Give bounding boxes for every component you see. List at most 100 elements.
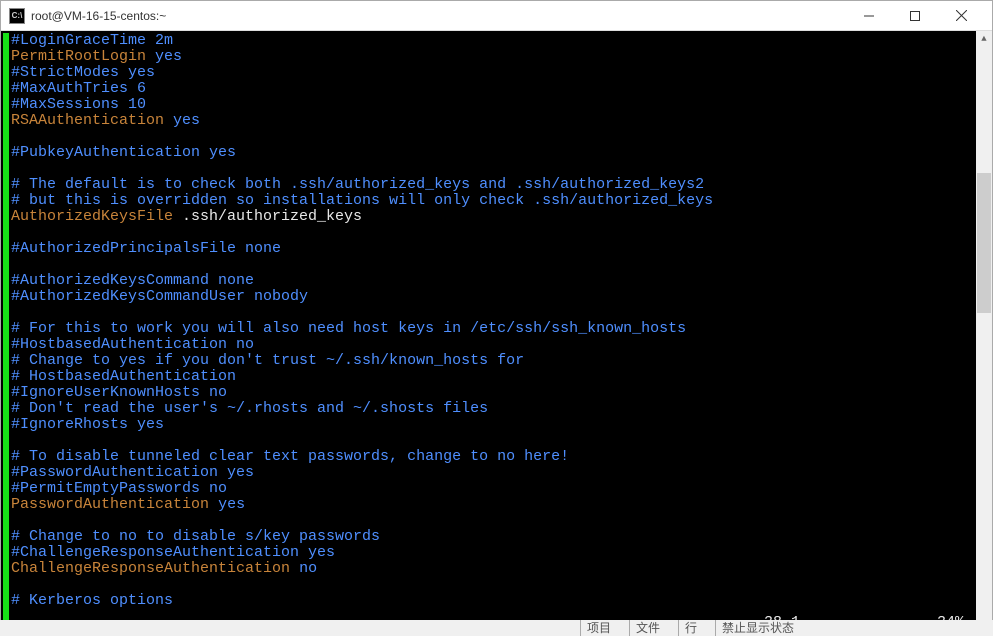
text-segment: # The default is to check both .ssh/auth… [11,176,704,193]
text-segment: #IgnoreRhosts yes [11,416,164,433]
window-title: root@VM-16-15-centos:~ [31,9,166,23]
cursor-position: 38,1 [764,615,864,631]
editor-line: #AuthorizedPrincipalsFile none [11,241,976,257]
maximize-icon [910,11,920,21]
editor-line: #MaxSessions 10 [11,97,976,113]
text-segment: PasswordAuthentication [11,496,209,513]
text-segment: # HostbasedAuthentication [11,368,236,385]
text-segment: ChallengeResponseAuthentication [11,560,290,577]
text-segment: RSAAuthentication [11,112,164,129]
editor-line: #StrictModes yes [11,65,976,81]
text-segment [290,560,299,577]
window-controls [846,1,984,31]
editor-line: # Change to yes if you don't trust ~/.ss… [11,353,976,369]
editor-line: # but this is overridden so installation… [11,193,976,209]
text-segment: #IgnoreUserKnownHosts no [11,384,227,401]
text-segment: # To disable tunneled clear text passwor… [11,448,569,465]
editor-line: #HostbasedAuthentication no [11,337,976,353]
titlebar[interactable]: C:\ root@VM-16-15-centos:~ [1,1,992,31]
text-segment: # Don't read the user's ~/.rhosts and ~/… [11,400,488,417]
editor-line: # For this to work you will also need ho… [11,321,976,337]
text-segment: # Change to no to disable s/key password… [11,528,380,545]
text-segment: #PermitEmptyPasswords no [11,480,227,497]
editor-line [11,161,976,177]
text-segment: PermitRootLogin [11,48,146,65]
editor-line: # Change to no to disable s/key password… [11,529,976,545]
editor-line: # The default is to check both .ssh/auth… [11,177,976,193]
editor-line: ChallengeResponseAuthentication no [11,561,976,577]
editor-line: PermitRootLogin yes [11,49,976,65]
editor-line: #MaxAuthTries 6 [11,81,976,97]
text-segment [11,432,20,449]
text-segment: yes [218,496,245,513]
editor-line: #PasswordAuthentication yes [11,465,976,481]
editor-line [11,257,976,273]
text-segment: # but this is overridden so installation… [11,192,713,209]
text-segment [11,256,20,273]
terminal[interactable]: #LoginGraceTime 2mPermitRootLogin yes#St… [1,31,992,635]
text-segment: .ssh/authorized_keys [173,208,362,225]
editor-line [11,433,976,449]
editor-line [11,513,976,529]
text-segment: #MaxAuthTries 6 [11,80,146,97]
text-segment: #PasswordAuthentication yes [11,464,254,481]
text-segment: #HostbasedAuthentication no [11,336,254,353]
editor-line [11,305,976,321]
text-segment [11,512,20,529]
editor-line: # To disable tunneled clear text passwor… [11,449,976,465]
text-segment [164,112,173,129]
minimize-button[interactable] [846,1,892,31]
text-segment: #AuthorizedPrincipalsFile none [11,240,281,257]
text-segment [146,48,155,65]
text-segment: #MaxSessions 10 [11,96,146,113]
text-segment: # Change to yes if you don't trust ~/.ss… [11,352,524,369]
text-segment [11,160,20,177]
vertical-scrollbar[interactable]: ▲ ▼ [976,31,992,635]
text-segment: #AuthorizedKeysCommandUser nobody [11,288,308,305]
editor-line [11,577,976,593]
editor-line: # Kerberos options [11,593,976,609]
text-segment: #ChallengeResponseAuthentication yes [11,544,335,561]
scrollbar-track[interactable] [976,47,992,619]
terminal-icon: C:\ [9,8,25,24]
editor-line: #IgnoreUserKnownHosts no [11,385,976,401]
text-segment [209,496,218,513]
minimize-icon [864,11,874,21]
editor-line: AuthorizedKeysFile .ssh/authorized_keys [11,209,976,225]
text-segment [11,304,20,321]
text-segment [11,576,20,593]
text-segment: # Kerberos options [11,592,173,609]
editor-line: RSAAuthentication yes [11,113,976,129]
maximize-button[interactable] [892,1,938,31]
text-segment: no [299,560,317,577]
editor-line: #LoginGraceTime 2m [11,33,976,49]
editor-line [11,129,976,145]
editor-line: #IgnoreRhosts yes [11,417,976,433]
editor-line: #AuthorizedKeysCommandUser nobody [11,289,976,305]
editor-status: 38,1 34% [764,615,964,631]
editor-line: # Don't read the user's ~/.rhosts and ~/… [11,401,976,417]
scroll-down-arrow-icon[interactable]: ▼ [976,619,992,635]
editor-line: #AuthorizedKeysCommand none [11,273,976,289]
editor-line [11,225,976,241]
scroll-up-arrow-icon[interactable]: ▲ [976,31,992,47]
text-segment: #PubkeyAuthentication yes [11,144,236,161]
text-segment: #AuthorizedKeysCommand none [11,272,254,289]
text-segment [11,224,20,241]
editor-line: PasswordAuthentication yes [11,497,976,513]
editor-line: #PermitEmptyPasswords no [11,481,976,497]
window-frame: C:\ root@VM-16-15-centos:~ #LoginGraceTi… [0,0,993,636]
scroll-percent: 34% [864,615,964,631]
editor-line: #PubkeyAuthentication yes [11,145,976,161]
scrollbar-thumb[interactable] [977,173,991,313]
editor-line: #ChallengeResponseAuthentication yes [11,545,976,561]
text-segment: # For this to work you will also need ho… [11,320,686,337]
text-segment: #StrictModes yes [11,64,155,81]
text-segment: yes [155,48,182,65]
close-button[interactable] [938,1,984,31]
editor-content[interactable]: #LoginGraceTime 2mPermitRootLogin yes#St… [3,33,976,633]
text-segment [11,128,20,145]
text-segment: #LoginGraceTime 2m [11,32,173,49]
text-segment: yes [173,112,200,129]
text-segment: AuthorizedKeysFile [11,208,173,225]
